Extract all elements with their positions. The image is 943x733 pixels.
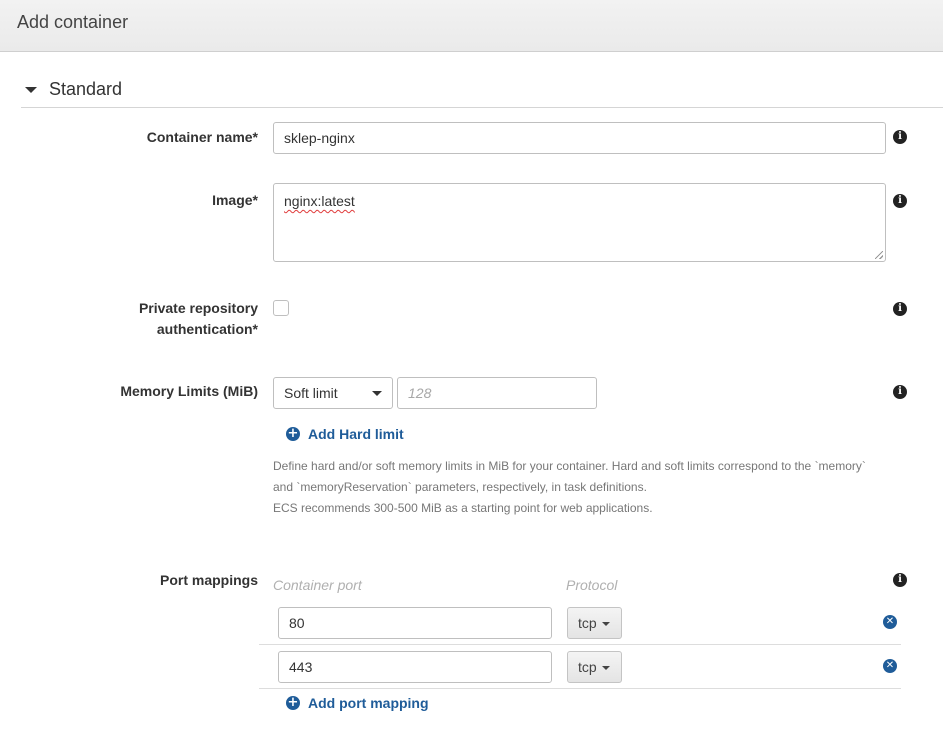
help-line: Define hard and/or soft memory limits in… [273,459,866,473]
row-divider [259,688,901,689]
memory-limit-type-value: Soft limit [284,385,338,401]
resize-handle-icon[interactable] [875,251,883,259]
section-standard-toggle[interactable]: Standard [21,72,943,108]
remove-circle-icon[interactable]: ✕ [883,659,897,673]
caret-down-icon [25,87,37,93]
private-repo-label-line1: Private repository [138,300,258,316]
remove-circle-icon[interactable]: ✕ [883,615,897,629]
private-repo-checkbox[interactable] [273,300,289,316]
protocol-dropdown[interactable]: tcp [567,651,622,683]
container-name-input[interactable]: sklep-nginx [273,122,886,154]
info-icon[interactable]: i [893,573,907,587]
memory-limit-type-select[interactable]: Soft limit [273,377,393,409]
chevron-down-icon [372,391,382,396]
caret-down-icon [602,622,610,626]
container-port-value: 80 [289,615,305,631]
info-icon[interactable]: i [893,385,907,399]
help-line: and `memoryReservation` parameters, resp… [273,480,647,494]
protocol-dropdown[interactable]: tcp [567,607,622,639]
row-divider [259,644,901,645]
caret-down-icon [602,666,610,670]
protocol-column-header: Protocol [566,577,618,593]
container-name-label: Container name* [146,129,258,145]
image-value: nginx:latest [284,193,355,209]
container-name-value: sklep-nginx [284,130,355,146]
plus-circle-icon: + [286,426,300,441]
modal-header: Add container [0,0,943,52]
add-hard-limit-link[interactable]: + Add Hard limit [286,426,404,442]
container-port-input[interactable]: 443 [278,651,552,683]
help-line: ECS recommends 300-500 MiB as a starting… [273,501,653,515]
container-port-column-header: Container port [273,577,362,593]
port-mappings-label: Port mappings [159,572,258,588]
info-icon[interactable]: i [893,130,907,144]
image-textarea[interactable]: nginx:latest [273,183,886,262]
memory-limits-label: Memory Limits (MiB) [120,383,258,399]
image-label: Image* [212,192,258,208]
modal-title: Add container [17,12,129,32]
container-port-value: 443 [289,659,313,675]
info-icon[interactable]: i [893,194,907,208]
container-port-input[interactable]: 80 [278,607,552,639]
add-hard-limit-label: Add Hard limit [308,426,404,442]
add-port-mapping-label: Add port mapping [308,695,429,711]
add-port-mapping-link[interactable]: + Add port mapping [286,695,429,711]
memory-limit-input[interactable]: 128 [397,377,597,409]
info-icon[interactable]: i [893,302,907,316]
private-repo-label-line2: authentication* [156,321,258,337]
protocol-value: tcp [578,659,597,675]
memory-limit-placeholder: 128 [408,385,432,401]
section-title: Standard [49,79,123,99]
protocol-value: tcp [578,615,597,631]
memory-help-text: Define hard and/or soft memory limits in… [273,456,883,519]
plus-circle-icon: + [286,695,300,710]
